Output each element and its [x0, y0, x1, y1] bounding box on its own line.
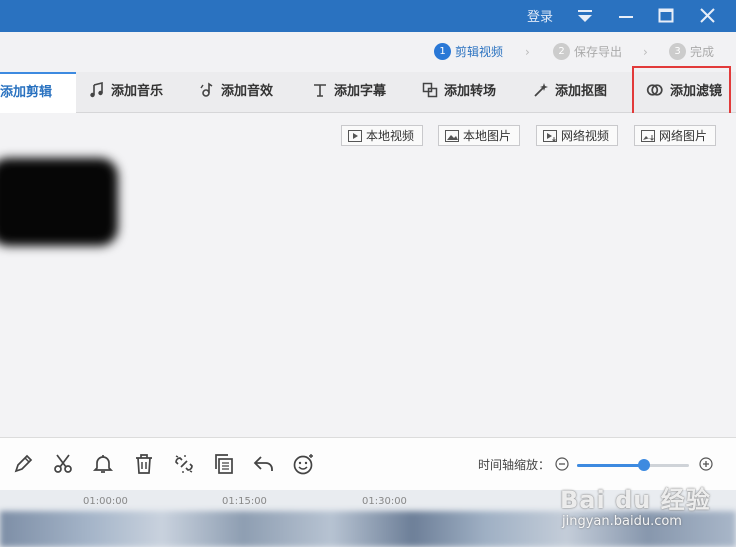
- zoom-in-icon[interactable]: [699, 457, 713, 471]
- tab-add-clip[interactable]: 添加剪辑: [0, 72, 76, 113]
- step-done: 3 完成: [669, 43, 714, 60]
- trash-icon: [136, 454, 152, 474]
- maximize-icon: [658, 8, 674, 23]
- music-note-icon: [90, 81, 103, 98]
- timeline-tick: 01:00:00: [83, 496, 128, 507]
- tab-label: 添加剪辑: [0, 85, 53, 100]
- close-button[interactable]: [696, 5, 718, 27]
- edit-toolbar: 时间轴缩放：: [0, 437, 736, 490]
- bell-icon: [92, 455, 114, 473]
- tab-label: 添加音效: [221, 84, 274, 99]
- tab-label: 添加抠图: [555, 84, 608, 99]
- scissors-icon: [54, 454, 72, 473]
- chevron-right-icon: ›: [525, 45, 530, 59]
- tab-add-cutout[interactable]: 添加抠图: [533, 72, 607, 112]
- delete-button[interactable]: [132, 452, 156, 476]
- local-video-button[interactable]: 本地视频: [341, 125, 424, 146]
- timeline-thumbnails: [0, 511, 736, 547]
- step-number: 3: [669, 43, 686, 60]
- sticker-button[interactable]: [292, 452, 316, 476]
- timeline-tick: 01:15:00: [222, 496, 267, 507]
- tab-add-sound-effect[interactable]: 添加音效: [199, 72, 273, 112]
- step-number: 1: [434, 43, 451, 60]
- tab-add-subtitle[interactable]: 添加字幕: [312, 72, 386, 112]
- magic-wand-icon: [534, 83, 548, 97]
- tab-label: 添加转场: [444, 84, 497, 99]
- timeline[interactable]: 01:00:00 01:15:00 01:30:00: [0, 490, 736, 547]
- button-label: 本地视频: [366, 129, 415, 143]
- menu-dropdown-icon: [578, 10, 592, 22]
- title-bar: 登录: [0, 0, 736, 32]
- tab-add-music[interactable]: 添加音乐: [89, 72, 163, 112]
- online-video-icon: [543, 129, 557, 142]
- transition-icon: [422, 82, 438, 98]
- step-label: 保存导出: [574, 45, 623, 59]
- video-icon: [348, 129, 362, 142]
- filter-icon: [646, 84, 663, 96]
- edit-button[interactable]: [11, 452, 35, 476]
- button-label: 网络视频: [561, 129, 610, 143]
- feature-tabs: 添加剪辑 添加音乐 添加音效 添加字幕 添加转场 添加抠图 添加滤镜: [0, 72, 736, 113]
- timeline-zoom-label: 时间轴缩放：: [478, 458, 551, 472]
- minimize-button[interactable]: [615, 5, 637, 27]
- menu-dropdown-button[interactable]: [574, 5, 596, 27]
- online-video-button[interactable]: 网络视频: [536, 125, 619, 146]
- undo-icon: [253, 456, 273, 471]
- login-link[interactable]: 登录: [527, 6, 553, 25]
- step-edit-video: 1 剪辑视频: [434, 43, 503, 60]
- chevron-right-icon: ›: [643, 45, 648, 59]
- step-number: 2: [553, 43, 570, 60]
- step-save-export: 2 保存导出: [553, 43, 622, 60]
- step-indicator: 1 剪辑视频 › 2 保存导出 › 3 完成: [0, 32, 736, 72]
- image-icon: [445, 129, 459, 142]
- pencil-icon: [14, 454, 33, 473]
- tab-add-transition[interactable]: 添加转场: [422, 72, 496, 112]
- blurred-thumbnail: [0, 158, 118, 246]
- online-image-icon: [641, 129, 655, 142]
- online-image-button[interactable]: 网络图片: [634, 125, 717, 146]
- marker-button[interactable]: [91, 452, 115, 476]
- unlink-icon: [175, 455, 193, 473]
- zoom-out-icon[interactable]: [555, 457, 569, 471]
- button-label: 本地图片: [463, 129, 512, 143]
- step-label: 完成: [690, 45, 715, 59]
- timeline-zoom-slider[interactable]: [577, 459, 689, 471]
- copy-button[interactable]: [212, 452, 236, 476]
- local-image-button[interactable]: 本地图片: [438, 125, 521, 146]
- undo-button[interactable]: [252, 452, 276, 476]
- maximize-button[interactable]: [655, 5, 677, 27]
- zoom-slider-handle[interactable]: [638, 459, 651, 471]
- tab-label: 添加音乐: [111, 84, 164, 99]
- sound-effect-icon: [200, 82, 213, 97]
- copy-icon: [215, 454, 233, 474]
- cut-button[interactable]: [51, 452, 75, 476]
- tab-add-filter[interactable]: 添加滤镜: [646, 72, 722, 112]
- minimize-icon: [619, 16, 633, 18]
- button-label: 网络图片: [659, 129, 708, 143]
- timeline-tick: 01:30:00: [362, 496, 407, 507]
- tab-label: 添加字幕: [334, 84, 387, 99]
- zoom-slider-fill: [577, 464, 645, 467]
- media-area: 本地视频 本地图片 网络视频 网络图片: [0, 113, 736, 437]
- smiley-icon: [293, 454, 313, 475]
- text-icon: [314, 84, 326, 97]
- unlink-button[interactable]: [172, 452, 196, 476]
- close-icon: [700, 8, 715, 23]
- step-label: 剪辑视频: [455, 45, 504, 59]
- tab-label: 添加滤镜: [670, 84, 723, 99]
